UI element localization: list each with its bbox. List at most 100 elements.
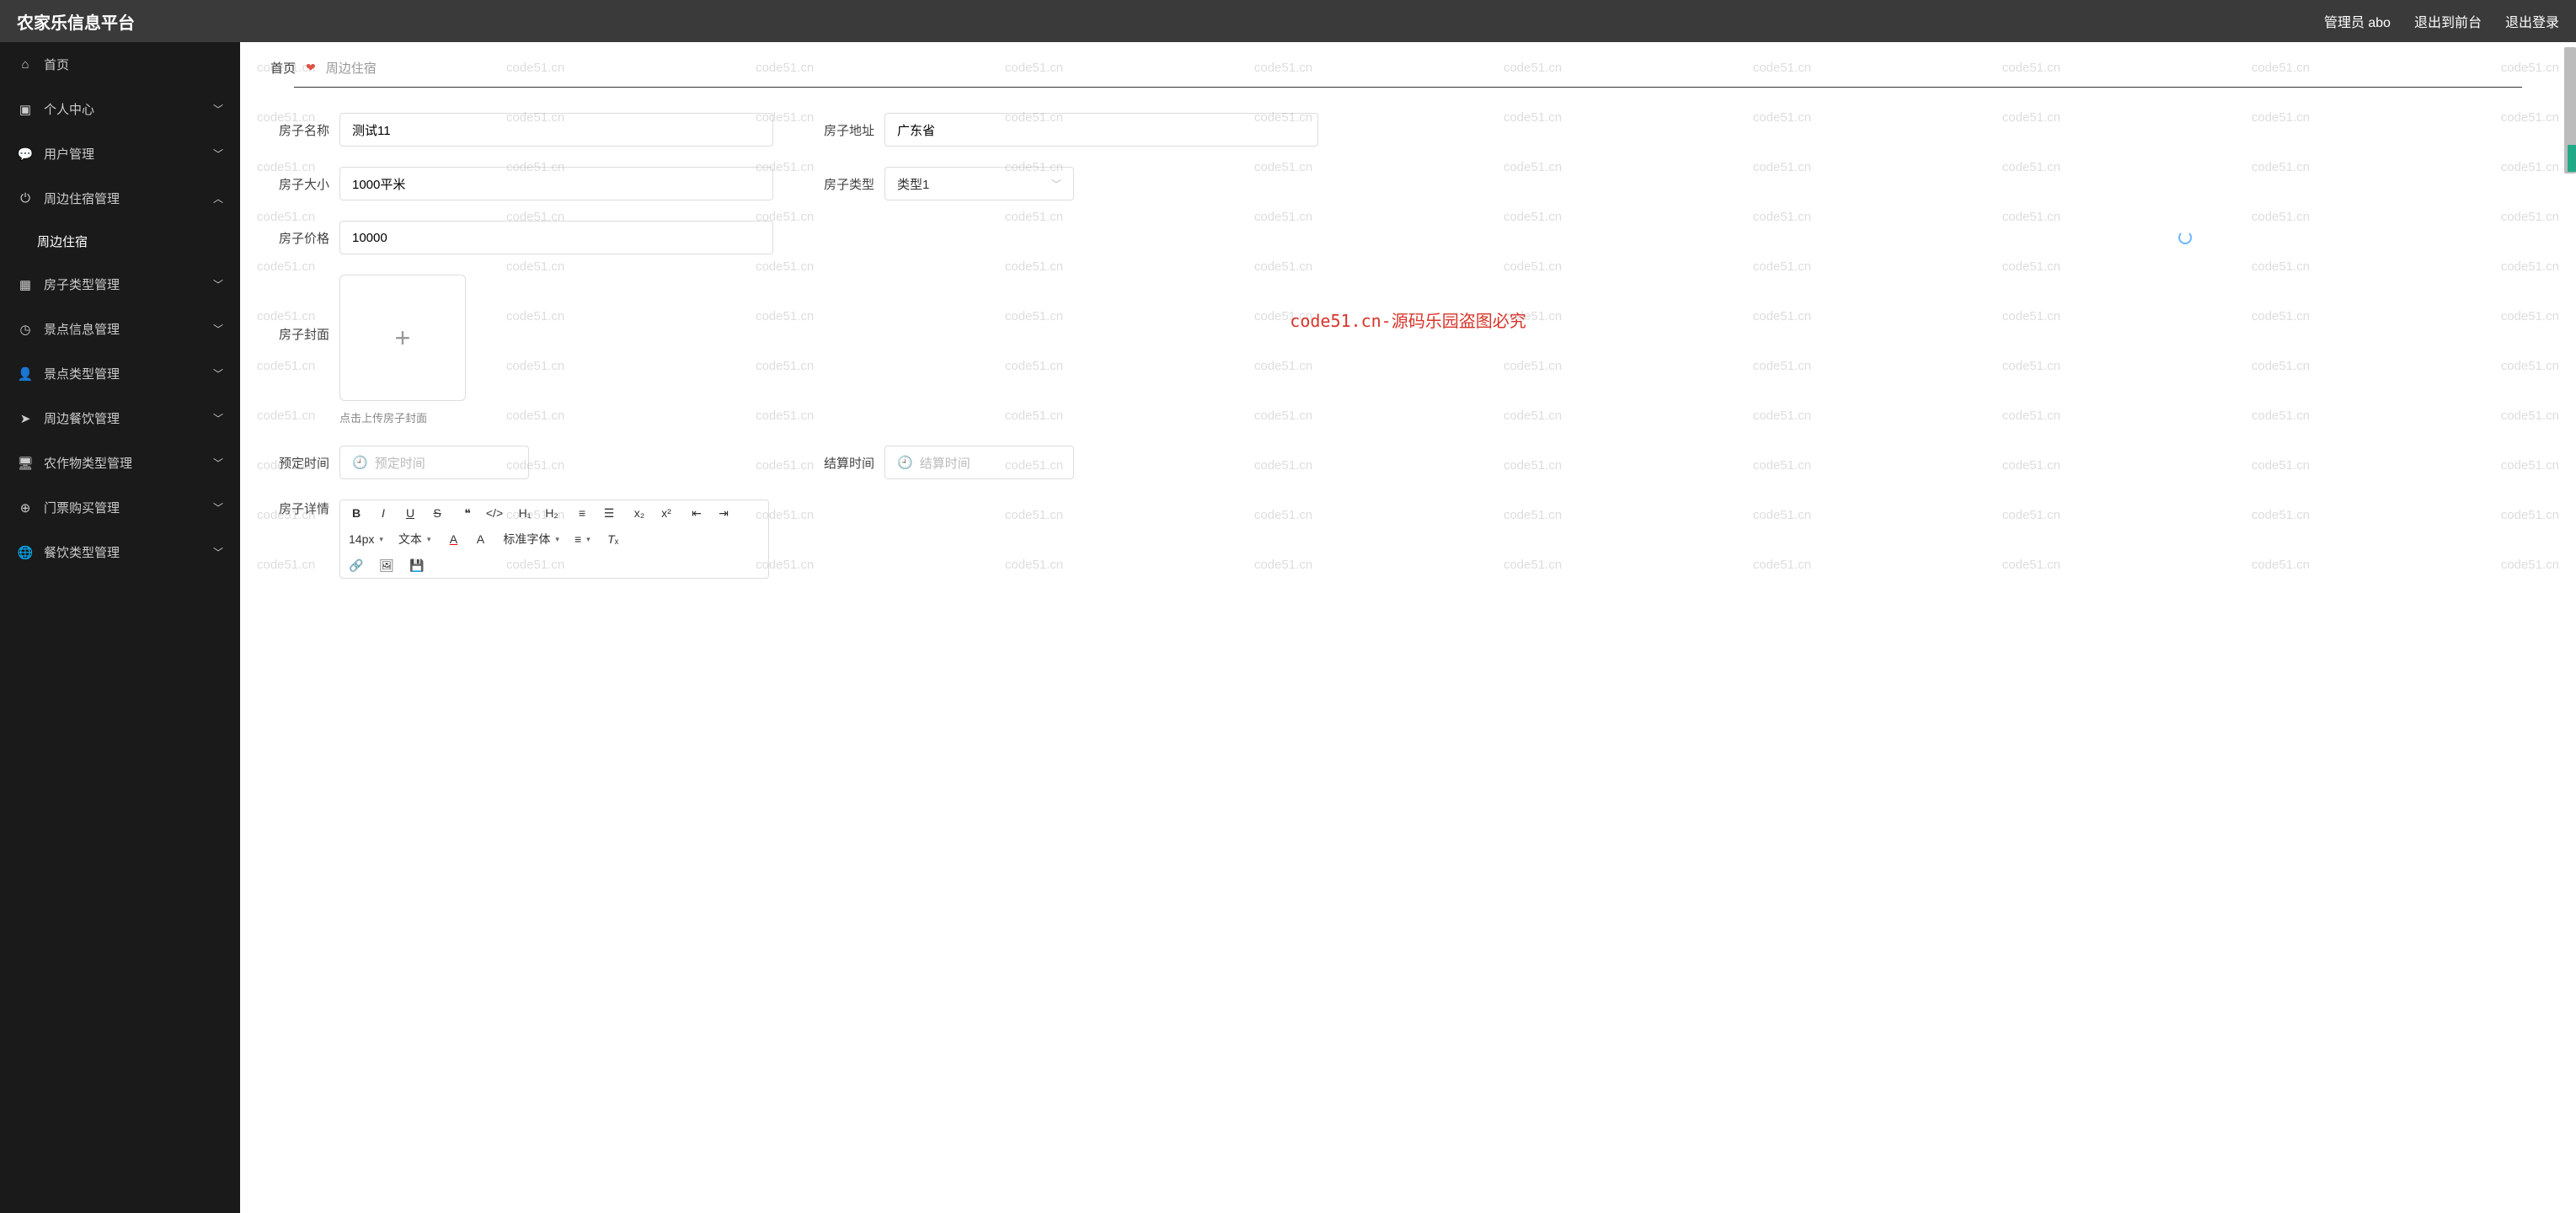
strike-icon[interactable]: S: [430, 505, 445, 521]
house-addr-input[interactable]: [884, 113, 1318, 147]
house-cover-label: 房子封面: [270, 325, 329, 343]
code-icon[interactable]: </>: [487, 505, 502, 521]
sidebar-item-user-mgmt[interactable]: 💬 用户管理 ﹀: [0, 131, 240, 176]
chevron-down-icon: ﹀: [213, 500, 223, 515]
underline-icon[interactable]: U: [403, 505, 418, 521]
font-size-select[interactable]: 14px▾: [349, 532, 383, 546]
image-icon[interactable]: 🖼: [379, 558, 394, 573]
person-icon: 👤: [17, 366, 34, 382]
h1-icon[interactable]: H₁: [517, 505, 532, 521]
settle-time-input[interactable]: 🕘 结算时间: [884, 446, 1074, 479]
outdent-icon[interactable]: ⇤: [689, 505, 704, 521]
topbar-right: 管理员 abo 退出到前台 退出登录: [2324, 11, 2559, 31]
chevron-up-icon: ︿: [213, 191, 223, 206]
bg-color-icon[interactable]: A: [473, 532, 488, 547]
editor-toolbar-2: 14px▾ 文本▾ A A 标准字体▾ ≡▾ Tₓ: [340, 526, 768, 553]
sidebar-subitem-lodging[interactable]: 周边住宿: [0, 221, 240, 262]
house-type-select[interactable]: 类型1 ﹀: [884, 167, 1074, 200]
bold-icon[interactable]: B: [349, 505, 364, 521]
divider: [294, 87, 2522, 88]
admin-label[interactable]: 管理员 abo: [2324, 11, 2391, 31]
save-icon[interactable]: 💾: [409, 558, 425, 573]
user-icon: ▣: [17, 102, 34, 117]
upload-hint: 点击上传房子封面: [339, 409, 466, 425]
book-time-input[interactable]: 🕘 预定时间: [339, 446, 529, 479]
chevron-down-icon: ﹀: [213, 366, 223, 381]
chevron-down-icon: ﹀: [213, 277, 223, 291]
logout-button[interactable]: 退出登录: [2505, 11, 2559, 31]
clock-icon: 🕘: [352, 455, 368, 470]
monitor-icon: 🖥: [17, 456, 34, 471]
sidebar-item-label: 门票购买管理: [44, 499, 120, 516]
editor-toolbar-3: 🔗 🖼 💾: [340, 553, 768, 578]
sidebar-item-label: 用户管理: [44, 145, 94, 163]
sidebar-item-label: 农作物类型管理: [44, 454, 132, 472]
house-type-label: 房子类型: [815, 175, 874, 193]
globe-icon: 🌐: [17, 545, 34, 560]
sidebar-item-label: 景点类型管理: [44, 365, 120, 382]
text-style-select[interactable]: 文本▾: [398, 531, 431, 548]
house-size-input[interactable]: [339, 167, 773, 200]
cover-upload-box[interactable]: +: [339, 275, 466, 401]
chevron-down-icon: ﹀: [213, 456, 223, 470]
unordered-list-icon[interactable]: ☰: [601, 505, 617, 521]
sidebar-item-ticket[interactable]: ⊕ 门票购买管理 ﹀: [0, 485, 240, 530]
sidebar-item-lodging-mgmt[interactable]: ⏻ 周边住宿管理 ︿: [0, 176, 240, 221]
align-select[interactable]: ≡▾: [575, 532, 591, 546]
rich-text-editor[interactable]: B I U S ❝ </> H₁ H₂: [339, 500, 769, 579]
settle-time-placeholder: 结算时间: [920, 454, 970, 472]
quote-icon[interactable]: ❝: [460, 505, 475, 521]
sidebar: ⌂ 首页 ▣ 个人中心 ﹀ 💬 用户管理 ﹀ ⏻ 周边住宿管理 ︿ 周边住宿 ▦…: [0, 42, 240, 1213]
font-color-icon[interactable]: A: [446, 532, 461, 547]
font-family-select[interactable]: 标准字体▾: [503, 531, 559, 548]
breadcrumb-current: 周边住宿: [326, 59, 377, 77]
indent-icon[interactable]: ⇥: [716, 505, 731, 521]
house-name-input[interactable]: [339, 113, 773, 147]
form: 房子名称 房子地址 房子大小 房子类型 类型1 ﹀: [247, 98, 2569, 601]
clock-icon: ◷: [17, 322, 34, 337]
house-detail-label: 房子详情: [270, 500, 329, 517]
sidebar-item-label: 周边餐饮管理: [44, 409, 120, 427]
clear-format-icon[interactable]: Tₓ: [606, 532, 621, 547]
chevron-down-icon: ﹀: [213, 322, 223, 336]
main-content: code51.cncode51.cncode51.cncode51.cncode…: [240, 42, 2576, 1213]
topbar: 农家乐信息平台 管理员 abo 退出到前台 退出登录: [0, 0, 2576, 42]
sidebar-item-scenic-type[interactable]: 👤 景点类型管理 ﹀: [0, 351, 240, 396]
sidebar-item-label: 周边住宿管理: [44, 190, 120, 207]
subscript-icon[interactable]: x₂: [632, 505, 647, 521]
sidebar-item-label: 餐饮类型管理: [44, 543, 120, 561]
house-size-label: 房子大小: [270, 175, 329, 193]
sidebar-item-label: 首页: [44, 56, 69, 73]
house-addr-label: 房子地址: [815, 121, 874, 139]
editor-toolbar: B I U S ❝ </> H₁ H₂: [340, 500, 768, 526]
send-icon: ➤: [17, 411, 34, 426]
book-time-placeholder: 预定时间: [375, 454, 425, 472]
exit-front-button[interactable]: 退出到前台: [2414, 11, 2482, 31]
book-time-label: 预定时间: [270, 454, 329, 472]
power-icon: ⏻: [17, 191, 34, 206]
brand-title: 农家乐信息平台: [17, 9, 135, 34]
chat-icon: 💬: [17, 147, 34, 162]
ordered-list-icon[interactable]: ≡: [575, 505, 590, 521]
sidebar-item-dining[interactable]: ➤ 周边餐饮管理 ﹀: [0, 396, 240, 441]
house-name-label: 房子名称: [270, 121, 329, 139]
link-icon[interactable]: 🔗: [349, 558, 364, 573]
sidebar-item-crop-type[interactable]: 🖥 农作物类型管理 ﹀: [0, 441, 240, 485]
sidebar-item-scenic-info[interactable]: ◷ 景点信息管理 ﹀: [0, 307, 240, 351]
breadcrumb-home[interactable]: 首页: [270, 59, 296, 77]
house-type-value: 类型1: [897, 175, 929, 193]
house-price-input[interactable]: [339, 221, 773, 254]
h2-icon[interactable]: H₂: [544, 505, 559, 521]
loading-spinner-icon: [2178, 231, 2192, 244]
sidebar-item-dining-type[interactable]: 🌐 餐饮类型管理 ﹀: [0, 530, 240, 574]
sidebar-item-house-type[interactable]: ▦ 房子类型管理 ﹀: [0, 262, 240, 307]
grid-icon: ▦: [17, 277, 34, 292]
chevron-down-icon: ﹀: [213, 147, 223, 161]
house-price-label: 房子价格: [270, 229, 329, 247]
italic-icon[interactable]: I: [376, 505, 391, 521]
sidebar-item-label: 房子类型管理: [44, 275, 120, 293]
sidebar-item-personal[interactable]: ▣ 个人中心 ﹀: [0, 87, 240, 131]
superscript-icon[interactable]: x²: [659, 505, 674, 521]
sidebar-item-home[interactable]: ⌂ 首页: [0, 42, 240, 87]
clock-icon: 🕘: [897, 455, 913, 470]
